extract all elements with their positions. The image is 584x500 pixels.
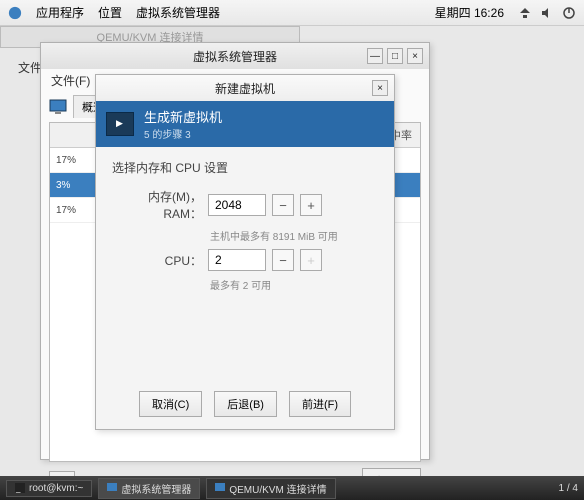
vm-icon bbox=[106, 112, 134, 136]
svg-text:_: _ bbox=[15, 484, 21, 493]
ram-hint: 主机中最多有 8191 MiB 可用 bbox=[210, 228, 378, 243]
window-title: 虚拟系统管理器 bbox=[193, 48, 277, 65]
desktop-topbar: 应用程序 位置 虚拟系统管理器 星期四 16:26 bbox=[0, 0, 584, 26]
clock: 星期四 16:26 bbox=[435, 4, 504, 21]
cpu-decrement[interactable]: − bbox=[272, 249, 294, 271]
minimize-button[interactable]: — bbox=[367, 48, 383, 64]
menu-places[interactable]: 位置 bbox=[98, 4, 122, 21]
close-button[interactable]: × bbox=[372, 80, 388, 96]
power-icon[interactable] bbox=[562, 6, 576, 20]
maximize-button[interactable]: □ bbox=[387, 48, 403, 64]
wizard-heading: 生成新虚拟机 bbox=[144, 107, 222, 126]
vm-manager-titlebar: 虚拟系统管理器 — □ × bbox=[41, 43, 429, 69]
menu-file[interactable]: 文件(F) bbox=[51, 72, 90, 89]
menu-applications[interactable]: 应用程序 bbox=[36, 4, 84, 21]
cpu-input[interactable] bbox=[208, 249, 266, 271]
dialog-title: 新建虚拟机 bbox=[215, 80, 275, 97]
monitor-icon bbox=[49, 99, 67, 115]
volume-icon[interactable] bbox=[540, 6, 554, 20]
taskbar: _ root@kvm:~ 虚拟系统管理器 QEMU/KVM 连接详情 1 / 4 bbox=[0, 476, 584, 500]
monitor-icon bbox=[215, 483, 225, 493]
task-terminal[interactable]: _ root@kvm:~ bbox=[6, 480, 92, 497]
new-vm-wizard: 新建虚拟机 × 生成新虚拟机 5 的步骤 3 选择内存和 CPU 设置 内存(M… bbox=[95, 74, 395, 430]
network-icon[interactable] bbox=[518, 6, 532, 20]
cpu-increment[interactable]: + bbox=[300, 249, 322, 271]
task-vm-manager[interactable]: 虚拟系统管理器 bbox=[98, 478, 200, 499]
close-button[interactable]: × bbox=[407, 48, 423, 64]
forward-button[interactable]: 前进(F) bbox=[289, 391, 351, 417]
cpu-hint: 最多有 2 可用 bbox=[210, 277, 378, 292]
wizard-titlebar: 新建虚拟机 × bbox=[96, 75, 394, 101]
cancel-button[interactable]: 取消(C) bbox=[139, 391, 202, 417]
ram-label: 内存(M)，RAM： bbox=[112, 188, 202, 222]
app-title: 虚拟系统管理器 bbox=[136, 4, 220, 21]
system-icon bbox=[8, 6, 22, 20]
cpu-label: CPU： bbox=[112, 252, 202, 269]
terminal-icon: _ bbox=[15, 483, 25, 493]
monitor-icon bbox=[107, 483, 117, 493]
wizard-step: 5 的步骤 3 bbox=[144, 126, 222, 141]
back-button[interactable]: 后退(B) bbox=[214, 391, 277, 417]
ram-decrement[interactable]: − bbox=[272, 194, 294, 216]
wizard-header: 生成新虚拟机 5 的步骤 3 bbox=[96, 101, 394, 147]
workspace-pager[interactable]: 1 / 4 bbox=[559, 483, 578, 494]
task-connection[interactable]: QEMU/KVM 连接详情 bbox=[206, 478, 335, 499]
section-label: 选择内存和 CPU 设置 bbox=[112, 159, 378, 176]
ram-input[interactable] bbox=[208, 194, 266, 216]
ram-increment[interactable]: + bbox=[300, 194, 322, 216]
